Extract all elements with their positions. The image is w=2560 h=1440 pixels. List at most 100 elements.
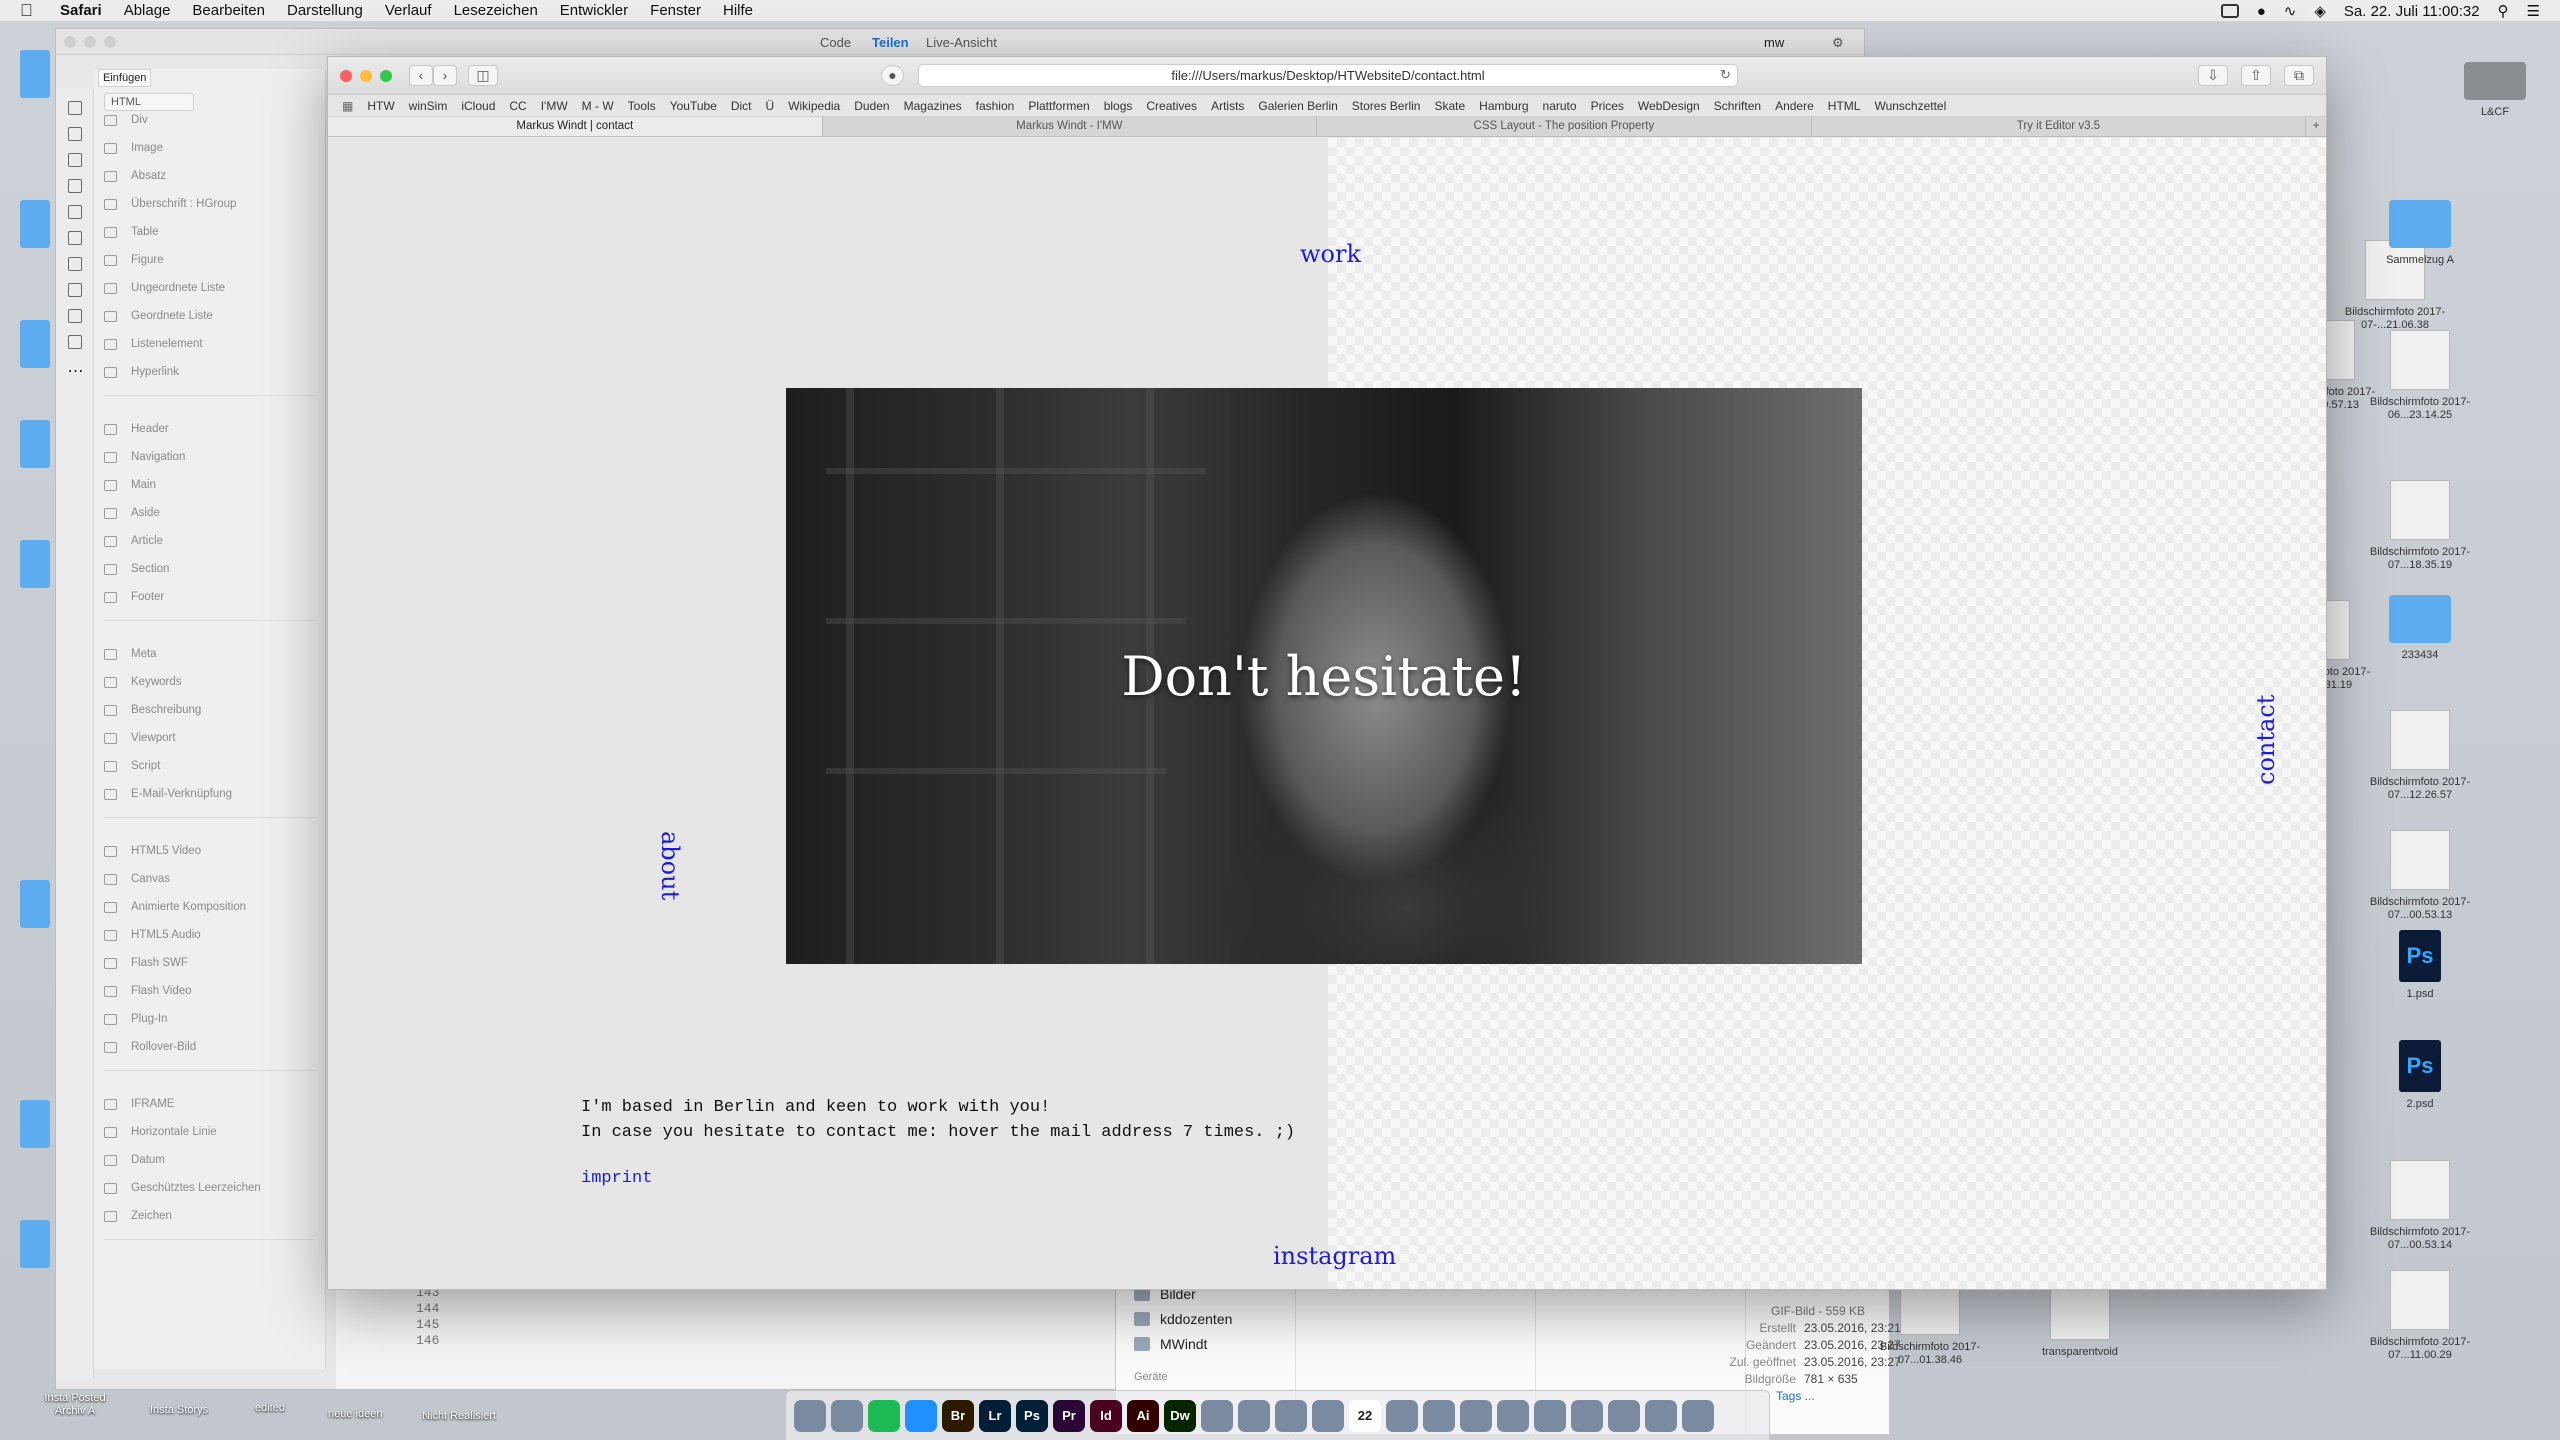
bookmark-item[interactable]: winSim [409,99,448,113]
bookmark-item[interactable]: Creatives [1146,99,1197,113]
notification-center-icon[interactable]: ☰ [2527,2,2540,20]
menu-verlauf[interactable]: Verlauf [385,2,432,19]
bookmark-item[interactable]: Galerien Berlin [1258,99,1337,113]
bookmark-item[interactable]: Dict [731,99,752,113]
menu-darstellung[interactable]: Darstellung [287,2,363,19]
dock-ai-icon[interactable]: Ai [1127,1399,1159,1432]
back-button[interactable]: ‹ [409,65,433,86]
desktop-file-icon[interactable]: Ps 2.psd [2345,1040,2495,1111]
disk-icon[interactable]: L&CF [2420,62,2560,119]
list-icon[interactable] [67,205,82,219]
apple-menu-icon[interactable]:  [20,1,38,21]
desktop-label[interactable]: Nicht Realisiert [422,1410,496,1422]
dock-dw-icon[interactable]: Dw [1164,1399,1196,1432]
bookmark-item[interactable]: iCloud [461,99,495,113]
tab-tryit[interactable]: Try it Editor v3.5 [1812,117,2307,136]
new-tab-button[interactable]: + [2306,117,2326,136]
insert-item[interactable]: Header [104,420,169,438]
finder-item[interactable]: kddozenten [1134,1311,1232,1327]
bookmark-item[interactable]: Plattformen [1028,99,1089,113]
menu-hilfe[interactable]: Hilfe [723,2,753,19]
dw-close-button[interactable] [64,36,76,48]
dock-br-icon[interactable]: Br [942,1399,974,1432]
dock-fotos-icon[interactable] [1497,1399,1529,1432]
bookmark-item[interactable]: naruto [1543,99,1577,113]
spotlight-icon[interactable]: ⚲ [2498,2,2509,20]
bookmark-item[interactable]: Andere [1775,99,1814,113]
insert-item[interactable]: Geordnete Liste [104,307,213,325]
finder-tags-link[interactable]: Tags ... [1776,1389,1815,1403]
bookmarks-grid-icon[interactable]: ▦ [342,99,353,113]
insert-item[interactable]: Geschütztes Leerzeichen [104,1179,261,1197]
dw-minimize-button[interactable] [84,36,96,48]
menu-ablage[interactable]: Ablage [124,2,171,19]
bookmark-item[interactable]: Wikipedia [788,99,840,113]
dock-launchpad-icon[interactable] [831,1399,863,1432]
more-icon[interactable]: ⋯ [68,361,84,380]
desktop-file-icon[interactable]: Bildschirmfoto 2017-07...00.53.14 [2345,1160,2495,1252]
nav-contact-link[interactable]: contact [2252,695,2280,785]
brush-icon[interactable] [67,283,82,297]
dock-notizen-icon[interactable] [1386,1399,1418,1432]
nav-about-link[interactable]: about [656,831,684,900]
insert-item[interactable]: Article [104,532,163,550]
bookmark-item[interactable]: HTML [1828,99,1861,113]
target-icon[interactable] [67,231,82,245]
bookmark-item[interactable]: YouTube [670,99,717,113]
sort-icon[interactable] [67,127,82,141]
insert-item[interactable]: Section [104,560,169,578]
tabs-overview-icon[interactable]: ⧉ [2284,65,2314,86]
file-icon[interactable] [67,101,82,115]
insert-item[interactable]: Div [104,111,148,129]
dock-id-icon[interactable]: Id [1090,1399,1122,1432]
desktop-folder-icon[interactable] [20,50,50,98]
bookmark-item[interactable]: Hamburg [1479,99,1528,113]
bookmark-item[interactable]: blogs [1104,99,1133,113]
dock-papierkorb-icon[interactable] [1682,1399,1714,1432]
address-bar[interactable]: file:///Users/markus/Desktop/HTWebsiteD/… [918,64,1738,87]
panel-icon[interactable] [67,153,82,167]
desktop-folder-icon[interactable] [20,200,50,248]
zoom-button[interactable] [380,70,392,82]
bookmark-item[interactable]: Tools [628,99,656,113]
menu-bearbeiten[interactable]: Bearbeiten [192,2,265,19]
insert-item[interactable]: HTML5 Audio [104,926,201,944]
desktop-file-icon[interactable]: Bildschirmfoto 2017-07...00.53.13 [2345,830,2495,922]
sidebar-toggle-icon[interactable]: ◫ [468,65,498,86]
insert-item[interactable]: E-Mail-Verknüpfung [104,785,232,803]
desktop-folder-icon[interactable] [20,540,50,588]
insert-item[interactable]: HTML5 Video [104,842,201,860]
comment-icon[interactable] [67,309,82,323]
bookmark-item[interactable]: I'MW [541,99,568,113]
insert-icon[interactable] [67,179,82,193]
bookmark-item[interactable]: Wunschzettel [1874,99,1946,113]
insert-item[interactable]: Navigation [104,448,185,466]
dock-terminal-icon[interactable] [1645,1399,1677,1432]
insert-item[interactable]: Script [104,757,160,775]
insert-item[interactable]: Image [104,139,163,157]
dock-kalender-icon[interactable]: 22 [1349,1399,1381,1432]
insert-item[interactable]: Figure [104,251,164,269]
reload-icon[interactable]: ↻ [1720,67,1731,83]
forward-button[interactable]: › [433,65,457,86]
insert-item[interactable]: Canvas [104,870,170,888]
share-icon[interactable]: ⇧ [2241,65,2271,86]
download-icon[interactable]: ⇩ [2198,65,2228,86]
menubar-clock[interactable]: Sa. 22. Juli 11:00:32 [2344,3,2480,20]
desktop-folder-icon[interactable] [20,320,50,368]
tab-contact[interactable]: Markus Windt | contact [328,117,823,136]
insert-item[interactable]: Footer [104,588,164,606]
nav-instagram-link[interactable]: instagram [1273,1242,1396,1270]
bookmark-item[interactable]: M - W [582,99,614,113]
nav-work-link[interactable]: work [1300,240,1361,268]
insert-item[interactable]: Main [104,476,156,494]
bookmark-item[interactable]: CC [509,99,526,113]
dock-lr-icon[interactable]: Lr [979,1399,1011,1432]
desktop-label[interactable]: edited [255,1402,285,1414]
screen-icon[interactable] [2220,4,2239,18]
insert-item[interactable]: Flash Video [104,982,192,1000]
insert-item[interactable]: Überschrift : HGroup [104,195,236,213]
bookmark-item[interactable]: Schriften [1714,99,1761,113]
desktop-folder-icon[interactable] [20,1100,50,1148]
dock-finder-icon[interactable] [794,1399,826,1432]
